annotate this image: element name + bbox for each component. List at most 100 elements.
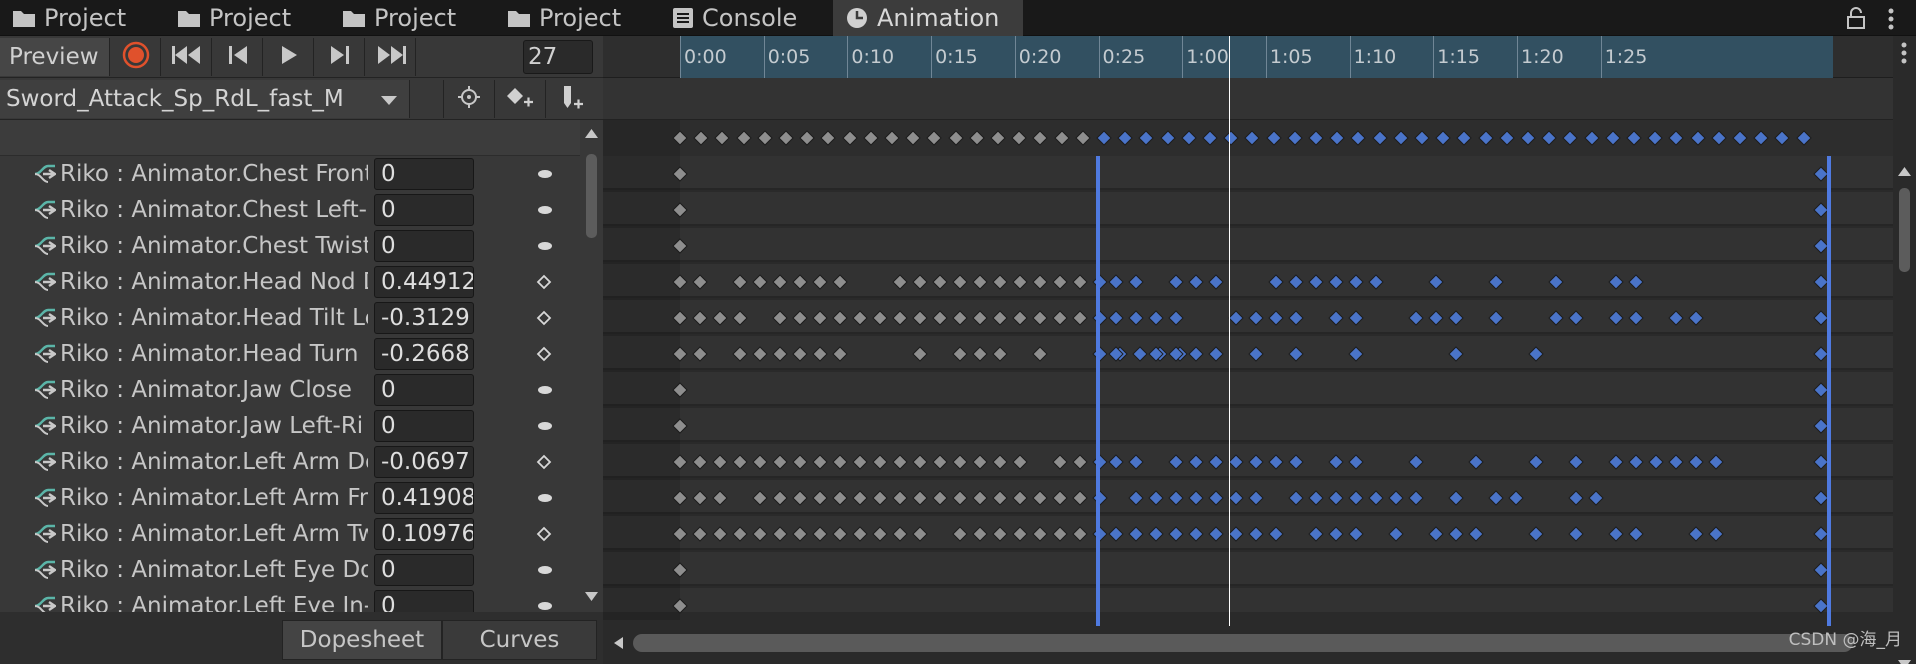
summary-keyframe[interactable] xyxy=(905,130,921,146)
keyframe[interactable] xyxy=(1248,490,1264,506)
keyframe[interactable] xyxy=(912,310,928,326)
keyframe[interactable] xyxy=(1588,490,1604,506)
keyframe[interactable] xyxy=(1348,454,1364,470)
summary-keyframe[interactable] xyxy=(1668,130,1684,146)
keyframe[interactable] xyxy=(1132,346,1148,362)
keyframe[interactable] xyxy=(972,310,988,326)
keyframe[interactable] xyxy=(972,454,988,470)
property-row[interactable]: Riko : Animator.Head Tilt Le -0.3129 xyxy=(0,300,580,336)
keyframe[interactable] xyxy=(772,526,788,542)
keyframe[interactable] xyxy=(1348,490,1364,506)
summary-keyframe[interactable] xyxy=(820,130,836,146)
property-value-field[interactable]: 0 xyxy=(374,374,474,406)
keyframe[interactable] xyxy=(1052,454,1068,470)
keyframe[interactable] xyxy=(1128,274,1144,290)
keyframe[interactable] xyxy=(1428,526,1444,542)
keyframe[interactable] xyxy=(1428,310,1444,326)
summary-keyframe[interactable] xyxy=(1138,130,1154,146)
keyframe[interactable] xyxy=(1648,454,1664,470)
keyframe[interactable] xyxy=(1548,310,1564,326)
keyframe[interactable] xyxy=(1208,526,1224,542)
summary-keyframe[interactable] xyxy=(1414,130,1430,146)
keyframe[interactable] xyxy=(1032,526,1048,542)
keyframe[interactable] xyxy=(1248,526,1264,542)
summary-keyframe[interactable] xyxy=(1011,130,1027,146)
keyframe[interactable] xyxy=(1368,274,1384,290)
keyframe[interactable] xyxy=(812,346,828,362)
keyframe[interactable] xyxy=(712,454,728,470)
summary-keyframe[interactable] xyxy=(1096,130,1112,146)
keyframe[interactable] xyxy=(1168,526,1184,542)
keyframe[interactable] xyxy=(832,526,848,542)
property-value-field[interactable]: 0 xyxy=(374,158,474,190)
keyframe[interactable] xyxy=(1328,454,1344,470)
summary-keyframe[interactable] xyxy=(1181,130,1197,146)
property-value-field[interactable]: 0 xyxy=(374,554,474,586)
keyframe[interactable] xyxy=(952,490,968,506)
keyframe-dot-icon[interactable] xyxy=(536,562,554,582)
keyframe[interactable] xyxy=(1568,526,1584,542)
keyframe[interactable] xyxy=(692,274,708,290)
keyframe[interactable] xyxy=(992,490,1008,506)
keyframe[interactable] xyxy=(752,490,768,506)
keyframe[interactable] xyxy=(952,454,968,470)
keyframe[interactable] xyxy=(852,526,868,542)
keyframe[interactable] xyxy=(772,454,788,470)
keyframe[interactable] xyxy=(1813,238,1829,254)
add-event-button[interactable] xyxy=(545,80,595,118)
keyframe[interactable] xyxy=(1813,310,1829,326)
keyframe[interactable] xyxy=(872,454,888,470)
keyframe[interactable] xyxy=(992,526,1008,542)
keyframe[interactable] xyxy=(1568,454,1584,470)
keyframe[interactable] xyxy=(1168,490,1184,506)
keyframe[interactable] xyxy=(1813,490,1829,506)
last-keyframe-button[interactable] xyxy=(366,38,416,76)
timeline-horizontal-scrollbar[interactable] xyxy=(603,628,1893,658)
keyframe[interactable] xyxy=(1108,526,1124,542)
keyframe[interactable] xyxy=(1032,274,1048,290)
keyframe[interactable] xyxy=(1108,274,1124,290)
property-value-field[interactable]: 0 xyxy=(374,230,474,262)
property-row[interactable]: Riko : Animator.Left Arm Do -0.0697 xyxy=(0,444,580,480)
keyframe[interactable] xyxy=(1488,274,1504,290)
keyframe[interactable] xyxy=(1072,310,1088,326)
summary-keyframe[interactable] xyxy=(1308,130,1324,146)
keyframe[interactable] xyxy=(1108,454,1124,470)
keyframe[interactable] xyxy=(1248,310,1264,326)
keyframe[interactable] xyxy=(732,310,748,326)
keyframe[interactable] xyxy=(712,310,728,326)
keyframe[interactable] xyxy=(852,310,868,326)
keyframe[interactable] xyxy=(1528,454,1544,470)
summary-keyframe[interactable] xyxy=(1223,130,1239,146)
keyframe[interactable] xyxy=(1348,274,1364,290)
keyframe[interactable] xyxy=(1052,490,1068,506)
keyframe[interactable] xyxy=(1328,310,1344,326)
first-keyframe-button[interactable] xyxy=(162,38,212,76)
keyframe[interactable] xyxy=(772,310,788,326)
keyframe[interactable] xyxy=(1148,490,1164,506)
keyframe[interactable] xyxy=(1168,274,1184,290)
keyframe[interactable] xyxy=(952,526,968,542)
keyframe[interactable] xyxy=(1128,454,1144,470)
summary-keyframe[interactable] xyxy=(1032,130,1048,146)
keyframe[interactable] xyxy=(1608,454,1624,470)
dopesheet-vertical-scrollbar[interactable] xyxy=(1893,42,1916,664)
keyframe[interactable] xyxy=(1208,490,1224,506)
summary-keyframe[interactable] xyxy=(884,130,900,146)
keyframe[interactable] xyxy=(812,526,828,542)
keyframe[interactable] xyxy=(1228,526,1244,542)
property-row[interactable]: Riko : Animator.Jaw Left-Ri 0 xyxy=(0,408,580,444)
keyframe[interactable] xyxy=(792,274,808,290)
keyframe-dot-icon[interactable] xyxy=(536,598,554,612)
keyframe[interactable] xyxy=(1813,526,1829,542)
filter-by-selection-button[interactable] xyxy=(443,80,493,118)
keyframe[interactable] xyxy=(1328,274,1344,290)
keyframe[interactable] xyxy=(932,274,948,290)
keyframe[interactable] xyxy=(732,454,748,470)
keyframe[interactable] xyxy=(812,310,828,326)
keyframe[interactable] xyxy=(1288,490,1304,506)
summary-keyframe[interactable] xyxy=(1541,130,1557,146)
keyframe[interactable] xyxy=(1268,526,1284,542)
keyframe[interactable] xyxy=(1072,454,1088,470)
selection-edge[interactable] xyxy=(1096,156,1100,626)
